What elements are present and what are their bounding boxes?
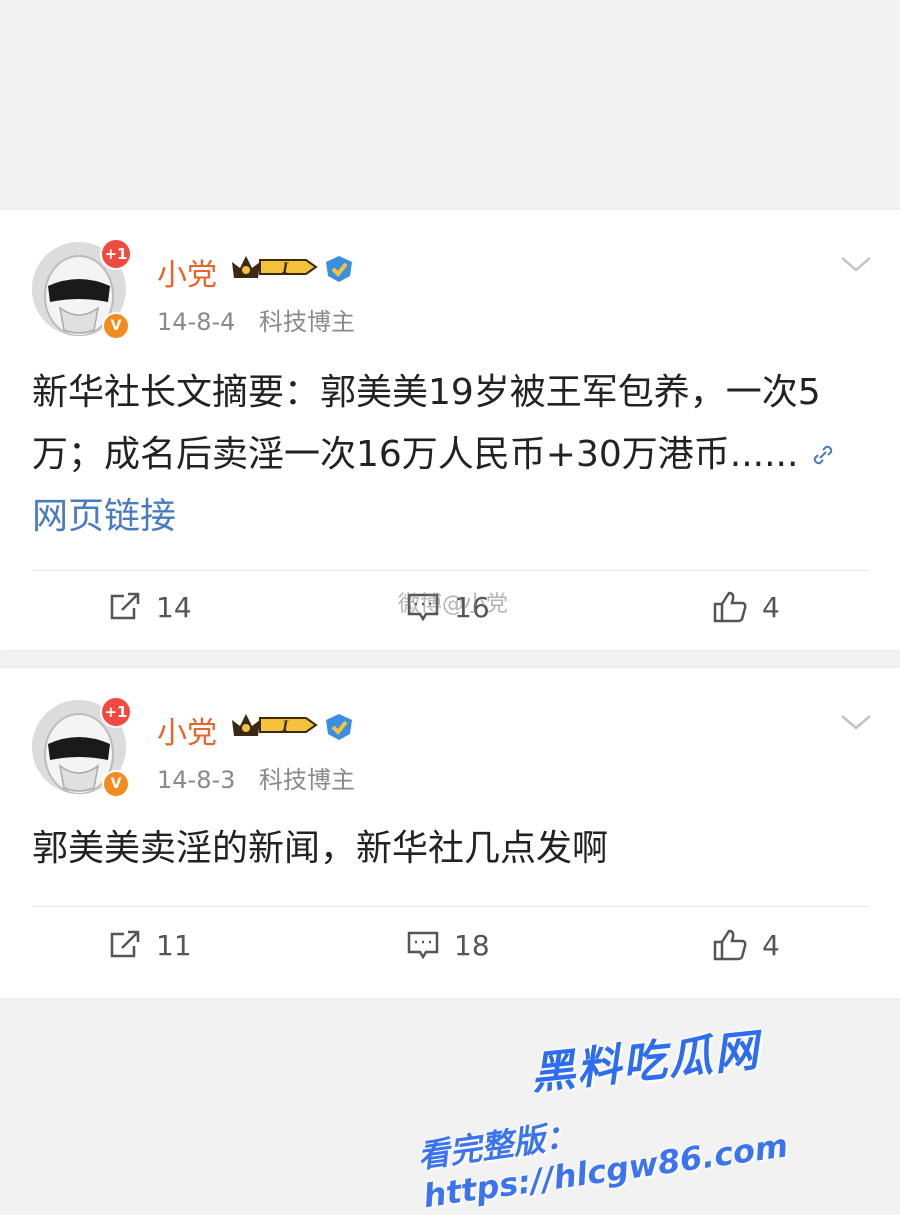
post-time: 14-8-3	[157, 766, 236, 794]
verified-icon[interactable]	[322, 712, 356, 742]
post-text: 郭美美卖淫的新闻，新华社几点发啊	[32, 828, 609, 869]
repost-icon	[110, 592, 140, 620]
weibo-watermark: 微博@小党	[398, 592, 509, 617]
comment-count: 18	[454, 928, 490, 962]
avatar[interactable]: +1 V	[32, 696, 132, 798]
avatar-plus-badge: +1	[100, 238, 132, 270]
like-button[interactable]: 4	[712, 590, 780, 624]
comment-button[interactable]: 18	[406, 928, 490, 962]
like-count: 4	[762, 590, 780, 624]
weibo-post-card[interactable]: +1 V 小党 I 14-8-4 科技博主 新华社长文摘要：郭美美19岁被王军包…	[0, 210, 900, 650]
divider	[32, 570, 868, 571]
repost-icon	[110, 930, 140, 958]
chevron-down-icon[interactable]	[838, 252, 874, 276]
crown-icon[interactable]: I	[230, 710, 320, 740]
vip-level-label: I	[281, 260, 289, 277]
verified-v-badge: V	[102, 770, 130, 798]
repost-count: 14	[156, 590, 192, 624]
comment-icon	[407, 931, 439, 960]
divider	[32, 906, 868, 907]
avatar[interactable]: +1 V	[32, 238, 132, 340]
crown-icon[interactable]: I	[230, 252, 320, 282]
weibo-post-card[interactable]: +1 V 小党 I 14-8-3 科技博主 郭美美卖淫的新闻，新华社几点发啊 1…	[0, 668, 900, 998]
avatar-plus-badge: +1	[100, 696, 132, 728]
user-category: 科技博主	[259, 766, 356, 794]
like-count: 4	[762, 928, 780, 962]
vip-level-label: I	[281, 718, 289, 735]
username[interactable]: 小党	[157, 250, 217, 294]
post-meta: 14-8-4 科技博主	[157, 302, 355, 337]
repost-count: 11	[156, 928, 192, 962]
verified-v-badge: V	[102, 312, 130, 340]
user-category: 科技博主	[259, 308, 356, 336]
like-icon	[713, 591, 747, 623]
link-icon	[813, 445, 833, 465]
repost-button[interactable]: 11	[108, 928, 192, 962]
like-icon	[713, 929, 747, 961]
post-body: 新华社长文摘要：郭美美19岁被王军包养，一次5万；成名后卖淫一次16万人民币+3…	[32, 362, 872, 548]
top-blank-area	[0, 0, 900, 208]
post-text: 新华社长文摘要：郭美美19岁被王军包养，一次5万；成名后卖淫一次16万人民币+3…	[32, 372, 821, 475]
web-link-label[interactable]: 网页链接	[32, 496, 176, 537]
post-body: 郭美美卖淫的新闻，新华社几点发啊	[32, 818, 872, 880]
chevron-down-icon[interactable]	[838, 710, 874, 734]
post-meta: 14-8-3 科技博主	[157, 760, 355, 795]
post-time: 14-8-4	[157, 308, 236, 336]
repost-button[interactable]: 14	[108, 590, 192, 624]
like-button[interactable]: 4	[712, 928, 780, 962]
username[interactable]: 小党	[157, 708, 217, 752]
verified-icon[interactable]	[322, 254, 356, 284]
